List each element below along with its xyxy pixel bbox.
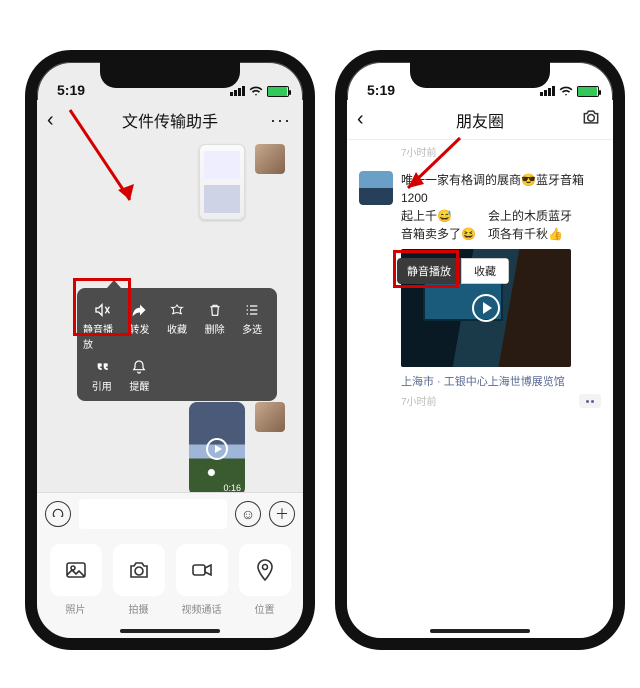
location-icon (253, 558, 277, 582)
play-icon (472, 294, 500, 322)
attach-photo[interactable]: 照片 (47, 544, 104, 640)
quote-icon (94, 359, 110, 375)
attach-location[interactable]: 位置 (236, 544, 293, 640)
chat-title: 文件传输助手 (122, 108, 218, 132)
mini-context-menu: 静音播放 收藏 (397, 258, 509, 284)
notch (410, 62, 550, 88)
phone-left: 5:19 ‹ 文件传输助手 ··· 静音播放 (25, 50, 315, 650)
message-video[interactable]: 0:16 (189, 402, 245, 492)
battery-icon (267, 86, 289, 97)
delete-icon (207, 302, 223, 318)
moments-post: 唯一一家有格调的展商😎蓝牙音箱1200 起上千😅隐藏隐会上的木质蓝牙 音箱卖多了… (347, 163, 613, 408)
attach-videocall[interactable]: 视频通话 (173, 544, 230, 640)
plus-icon[interactable]: ＋ (269, 501, 295, 527)
attach-favorite[interactable]: 收藏 (110, 646, 167, 650)
message-input[interactable] (79, 499, 227, 529)
status-time: 5:19 (51, 82, 85, 98)
photo-icon (64, 558, 88, 582)
post-time-top: 7小时前 (347, 140, 613, 163)
phone-right: 5:19 ‹ 朋友圈 7小时前 唯一一家有格调的展商😎蓝牙音箱1200 (335, 50, 625, 650)
back-icon[interactable]: ‹ (357, 108, 364, 131)
avatar[interactable] (255, 144, 285, 174)
videocall-icon (190, 558, 214, 582)
emoji-thumbsup: 👍 (548, 227, 563, 241)
message-image[interactable] (199, 144, 245, 220)
input-bar: ☺ ＋ (37, 492, 303, 534)
ctx-quote[interactable]: 引用 (83, 355, 121, 397)
ctx-mute[interactable]: 静音播放 (83, 298, 121, 355)
mini-ctx-mute[interactable]: 静音播放 (397, 258, 461, 284)
home-indicator (120, 629, 220, 633)
camera-icon (127, 558, 151, 582)
mini-ctx-fav[interactable]: 收藏 (461, 258, 509, 284)
battery-icon (577, 86, 599, 97)
wifi-icon (559, 84, 573, 98)
remind-icon (131, 359, 147, 375)
avatar[interactable] (359, 171, 393, 205)
moments-header: ‹ 朋友圈 (347, 100, 613, 140)
chat-area: 静音播放 转发 收藏 删除 多选 (37, 140, 303, 492)
attach-contact[interactable]: 个人名片 (173, 646, 230, 650)
status-time: 5:19 (361, 82, 395, 98)
emoji-sweat: 😅 (437, 209, 452, 223)
more-icon[interactable]: ··· (270, 110, 291, 131)
post-actions-icon[interactable] (579, 394, 601, 408)
attach-camera[interactable]: 拍摄 (110, 544, 167, 640)
signal-icon (230, 86, 245, 96)
post-text: 唯一一家有格调的展商😎蓝牙音箱1200 起上千😅隐藏隐会上的木质蓝牙 音箱卖多了… (401, 171, 601, 243)
context-menu: 静音播放 转发 收藏 删除 多选 (77, 288, 277, 401)
moments-feed[interactable]: 7小时前 唯一一家有格调的展商😎蓝牙音箱1200 起上千😅隐藏隐会上的木质蓝牙 … (347, 140, 613, 638)
multiselect-icon (244, 302, 260, 318)
ctx-multiselect[interactable]: 多选 (233, 298, 271, 355)
ctx-remind[interactable]: 提醒 (121, 355, 159, 397)
emoji-cool: 😎 (521, 173, 536, 187)
notch (100, 62, 240, 88)
ctx-forward[interactable]: 转发 (121, 298, 159, 355)
home-indicator (430, 629, 530, 633)
avatar[interactable] (255, 402, 285, 432)
attach-voice[interactable]: 语音输入 (47, 646, 104, 650)
favorite-icon (169, 302, 185, 318)
camera-icon[interactable] (581, 107, 601, 132)
back-icon[interactable]: ‹ (47, 109, 54, 132)
attach-file[interactable]: 文件 (236, 646, 293, 650)
signal-icon (540, 86, 555, 96)
wifi-icon (249, 84, 263, 98)
chat-header: ‹ 文件传输助手 ··· (37, 100, 303, 140)
post-time: 7小时前 (401, 393, 601, 408)
play-icon (206, 438, 228, 460)
ctx-favorite[interactable]: 收藏 (158, 298, 196, 355)
video-duration: 0:16 (223, 483, 241, 492)
emoji-icon[interactable]: ☺ (235, 501, 261, 527)
mute-icon (94, 302, 110, 318)
ctx-delete[interactable]: 删除 (196, 298, 234, 355)
post-location[interactable]: 上海市 · 工银中心上海世博展览馆 (401, 373, 601, 389)
emoji-grin: 😆 (461, 227, 476, 241)
moments-title: 朋友圈 (456, 108, 504, 132)
voice-toggle-icon[interactable] (45, 501, 71, 527)
forward-icon (131, 302, 147, 318)
